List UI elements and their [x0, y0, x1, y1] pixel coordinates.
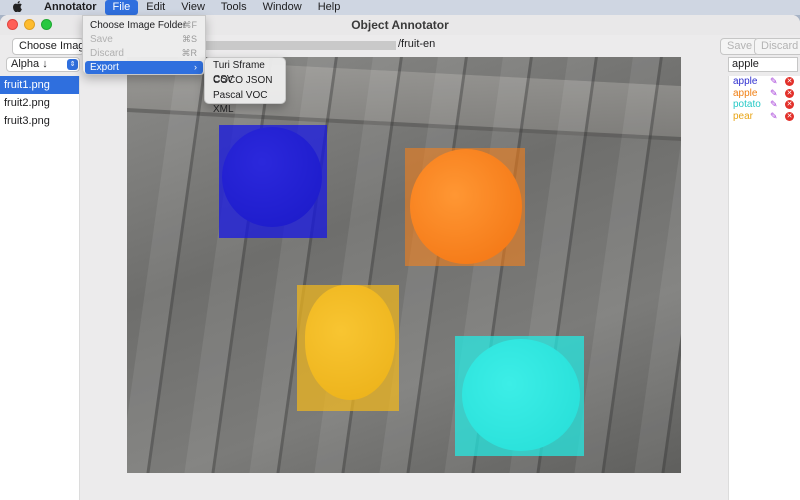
- menu-view[interactable]: View: [173, 0, 213, 15]
- menu-help[interactable]: Help: [310, 0, 349, 15]
- file-list-item[interactable]: fruit1.png: [0, 76, 79, 94]
- menu-file[interactable]: File: [104, 0, 139, 15]
- menu-item-turi-sframe-csv[interactable]: Turi Sframe CSV: [205, 59, 285, 85]
- folder-path-redacted: [200, 41, 396, 50]
- sort-order-value: Alpha ↓: [11, 58, 48, 70]
- annotation-label-name: potato: [733, 99, 761, 110]
- delete-label-icon[interactable]: ✕: [785, 111, 794, 121]
- bounding-box-apple-orange[interactable]: [405, 148, 525, 266]
- label-input[interactable]: apple: [728, 57, 798, 72]
- menu-item-coco-json[interactable]: COCO JSON: [205, 74, 285, 88]
- menu-item-discard[interactable]: Discard ⌘R: [85, 47, 203, 60]
- menu-app-name[interactable]: Annotator: [36, 0, 105, 15]
- shortcut-label: ⌘R: [181, 48, 198, 58]
- menu-item-label: Export: [90, 62, 119, 73]
- annotated-image[interactable]: [127, 57, 681, 473]
- choose-image-folder-button[interactable]: Choose Image Fo: [12, 38, 84, 55]
- file-list-item[interactable]: fruit2.png: [0, 94, 79, 112]
- annotation-label-name: pear: [733, 110, 754, 122]
- menu-item-label: Save: [90, 34, 113, 45]
- annotation-label-name: apple: [733, 76, 758, 87]
- export-submenu: Turi Sframe CSV COCO JSON Pascal VOC XML: [204, 57, 286, 115]
- annotation-label-row[interactable]: apple ✎ ✕: [729, 76, 800, 88]
- sort-order-select[interactable]: Alpha ↓ ⇕: [6, 57, 80, 72]
- menu-item-label: Choose Image Folder: [90, 20, 187, 31]
- folder-path-text: /fruit-en: [398, 38, 436, 50]
- eyedropper-icon[interactable]: ✎: [770, 100, 779, 109]
- delete-label-icon[interactable]: ✕: [785, 88, 794, 98]
- delete-label-icon[interactable]: ✕: [785, 77, 794, 86]
- menu-item-pascal-voc-xml[interactable]: Pascal VOC XML: [205, 89, 285, 115]
- bounding-box-apple-blue[interactable]: [219, 125, 327, 238]
- file-menu-dropdown: Choose Image Folder ⌘F Save ⌘S Discard ⌘…: [82, 15, 206, 75]
- bounding-box-potato[interactable]: [455, 336, 584, 456]
- annotation-label-list: apple ✎ ✕ apple ✎ ✕ potato ✎ ✕ pear ✎ ✕: [728, 76, 800, 500]
- shortcut-label: ⌘F: [182, 20, 198, 30]
- annotation-label-name: apple: [733, 87, 758, 99]
- annotation-label-row[interactable]: apple ✎ ✕: [729, 88, 800, 100]
- eyedropper-icon[interactable]: ✎: [770, 77, 779, 86]
- file-list-item[interactable]: fruit3.png: [0, 112, 79, 130]
- menu-tools[interactable]: Tools: [213, 0, 255, 15]
- menu-bar: Annotator File Edit View Tools Window He…: [0, 0, 800, 15]
- annotation-label-row[interactable]: pear ✎ ✕: [729, 111, 800, 123]
- eyedropper-icon[interactable]: ✎: [770, 111, 779, 121]
- annotation-label-row[interactable]: potato ✎ ✕: [729, 99, 800, 111]
- delete-label-icon[interactable]: ✕: [785, 100, 794, 109]
- menu-item-export[interactable]: Export ›: [85, 61, 203, 74]
- menu-item-choose-image-folder[interactable]: Choose Image Folder ⌘F: [85, 19, 203, 32]
- select-arrows-icon: ⇕: [67, 59, 78, 70]
- submenu-arrow-icon: ›: [194, 62, 197, 72]
- shortcut-label: ⌘S: [181, 34, 197, 44]
- menu-edit[interactable]: Edit: [138, 0, 173, 15]
- eyedropper-icon[interactable]: ✎: [770, 88, 779, 98]
- menu-item-label: Discard: [90, 48, 124, 59]
- file-list: fruit1.png fruit2.png fruit3.png: [0, 76, 80, 500]
- apple-icon[interactable]: [0, 0, 36, 15]
- bounding-box-pear[interactable]: [297, 285, 399, 411]
- menu-item-save[interactable]: Save ⌘S: [85, 33, 203, 46]
- menu-window[interactable]: Window: [255, 0, 310, 15]
- discard-button[interactable]: Discard: [754, 38, 800, 55]
